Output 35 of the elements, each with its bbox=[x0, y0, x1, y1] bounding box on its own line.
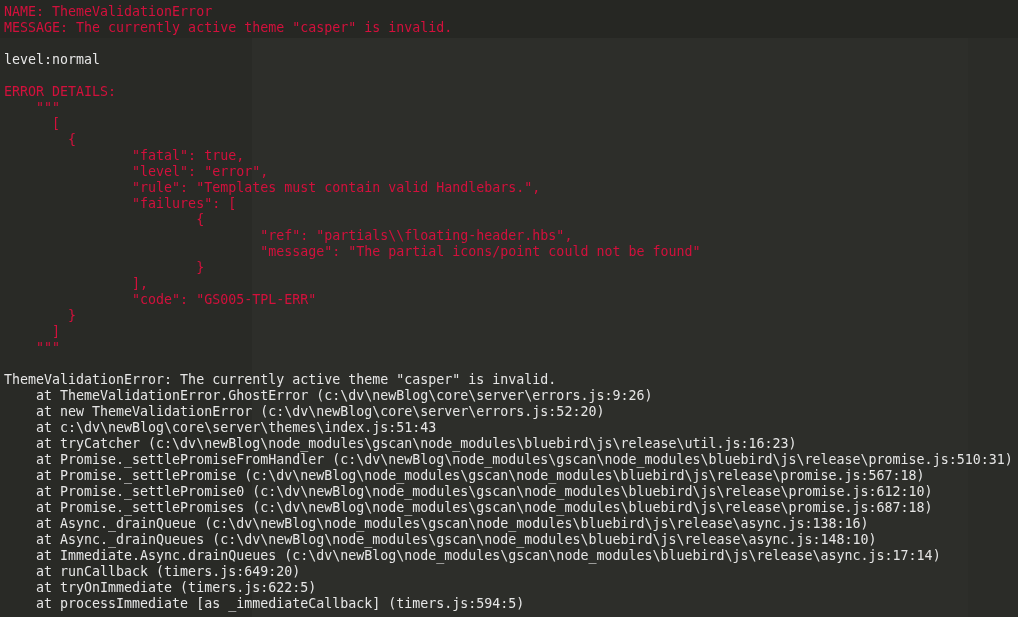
console-line: [ bbox=[51, 116, 61, 132]
console-line: at Immediate.Async.drainQueues (c:\dv\newBlog\node_modules\gscan\node_modules\bluebird\js\release\async.js:17:14) bbox=[35, 548, 941, 564]
console-line: NAME: ThemeValidationError bbox=[4, 4, 213, 20]
console-line: """ bbox=[35, 340, 61, 356]
console-line: { bbox=[195, 212, 205, 228]
console-line: at Async._drainQueues (c:\dv\newBlog\node_modules\gscan\node_modules\bluebird\js\release\async.js:148:10) bbox=[35, 532, 877, 548]
console-line: level:normal bbox=[4, 52, 101, 68]
console-line: at tryOnImmediate (timers.js:622:5) bbox=[35, 580, 317, 596]
console-line: ], bbox=[131, 276, 149, 292]
console-line: at runCallback (timers.js:649:20) bbox=[35, 564, 301, 580]
console-line: at Promise._settlePromises (c:\dv\newBlog\node_modules\gscan\node_modules\bluebird\js\release\promise.js:687:18) bbox=[35, 500, 933, 516]
console-line: "failures": [ bbox=[131, 196, 237, 212]
console-line: ] bbox=[51, 324, 61, 340]
console-line: MESSAGE: The currently active theme "casper" is invalid. bbox=[4, 20, 453, 36]
console-line: at c:\dv\newBlog\core\server\themes\index.js:51:43 bbox=[35, 420, 437, 436]
console-line: "rule": "Templates must contain valid Handlebars.", bbox=[131, 180, 541, 196]
console-line: at ThemeValidationError.GhostError (c:\dv\newBlog\core\server\errors.js:9:26) bbox=[35, 388, 653, 404]
console-line: at new ThemeValidationError (c:\dv\newBlog\core\server\errors.js:52:20) bbox=[35, 404, 605, 420]
console-line: at Promise._settlePromise0 (c:\dv\newBlog\node_modules\gscan\node_modules\bluebird\js\release\promise.js:612:10) bbox=[35, 484, 933, 500]
console-line: } bbox=[195, 260, 205, 276]
console-line: ThemeValidationError: The currently active theme "casper" is invalid. bbox=[4, 372, 557, 388]
console-line: at Promise._settlePromise (c:\dv\newBlog\node_modules\gscan\node_modules\bluebird\js\release\promise.js:567:18) bbox=[35, 468, 925, 484]
console-line: "level": "error", bbox=[131, 164, 269, 180]
console-line: "ref": "partials\\floating-header.hbs", bbox=[259, 228, 573, 244]
console-line: "code": "GS005-TPL-ERR" bbox=[131, 292, 317, 308]
console-line: } bbox=[67, 308, 77, 324]
console-line: ERROR DETAILS: bbox=[4, 84, 117, 100]
console-line: "message": "The partial icons/point could not be found" bbox=[259, 244, 701, 260]
console-line: { bbox=[67, 132, 77, 148]
console-line: at processImmediate [as _immediateCallback] (timers.js:594:5) bbox=[35, 596, 525, 612]
console-line: at Async._drainQueue (c:\dv\newBlog\node_modules\gscan\node_modules\bluebird\js\release\async.js:138:16) bbox=[35, 516, 869, 532]
console-line: "fatal": true, bbox=[131, 148, 245, 164]
console-line: at Promise._settlePromiseFromHandler (c:\dv\newBlog\node_modules\gscan\node_modules\bluebird\js\release\promise.js:510:31) bbox=[35, 452, 1013, 468]
console-line: at tryCatcher (c:\dv\newBlog\node_modules\gscan\node_modules\bluebird\js\release\util.js:16:23) bbox=[35, 436, 797, 452]
console-line: """ bbox=[35, 100, 61, 116]
